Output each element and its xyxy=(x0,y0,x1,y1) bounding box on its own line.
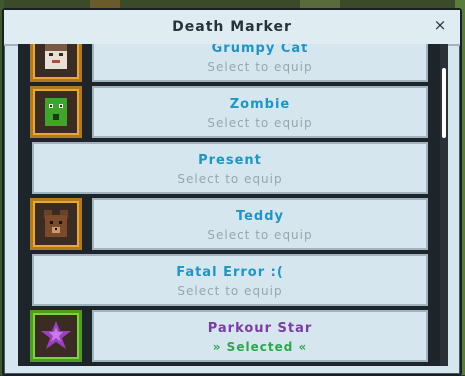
item-status: Select to equip xyxy=(207,116,313,130)
marker-list: Grumpy Cat Select to equip Zombie Select… xyxy=(18,44,440,366)
item-card[interactable]: Present Select to equip xyxy=(32,142,428,194)
list-item[interactable]: Parkour Star » Selected « xyxy=(18,310,440,362)
item-name: Present xyxy=(198,153,262,168)
item-name: Parkour Star xyxy=(207,321,313,336)
item-card[interactable]: Grumpy Cat Select to equip xyxy=(92,44,428,82)
list-item[interactable]: Zombie Select to equip xyxy=(18,86,440,138)
dialog-title: Death Marker xyxy=(172,19,292,35)
list-item[interactable]: Fatal Error :( Select to equip xyxy=(18,254,440,306)
list-item[interactable]: Grumpy Cat Select to equip xyxy=(18,44,440,82)
zombie-icon xyxy=(30,86,82,138)
list-item[interactable]: Present Select to equip xyxy=(18,142,440,194)
parkour-star-icon xyxy=(30,310,82,362)
item-name: Fatal Error :( xyxy=(176,265,284,280)
item-status: Select to equip xyxy=(177,284,283,298)
teddy-icon xyxy=(30,198,82,250)
item-card[interactable]: Fatal Error :( Select to equip xyxy=(32,254,428,306)
item-name: Teddy xyxy=(235,209,285,224)
item-name: Grumpy Cat xyxy=(211,44,309,56)
item-status: Select to equip xyxy=(207,228,313,242)
grumpy-cat-icon xyxy=(30,44,82,82)
item-status: Select to equip xyxy=(177,172,283,186)
death-marker-dialog: Death Marker × Grumpy Cat Select to equi… xyxy=(2,8,462,376)
item-name: Zombie xyxy=(229,97,291,112)
item-card[interactable]: Zombie Select to equip xyxy=(92,86,428,138)
item-card[interactable]: Parkour Star » Selected « xyxy=(92,310,428,362)
item-status: » Selected « xyxy=(212,340,308,354)
close-icon[interactable]: × xyxy=(430,15,450,35)
scrollbar-thumb[interactable] xyxy=(442,68,446,138)
item-card[interactable]: Teddy Select to equip xyxy=(92,198,428,250)
list-item[interactable]: Teddy Select to equip xyxy=(18,198,440,250)
dialog-titlebar: Death Marker × xyxy=(4,10,460,46)
item-status: Select to equip xyxy=(207,60,313,74)
